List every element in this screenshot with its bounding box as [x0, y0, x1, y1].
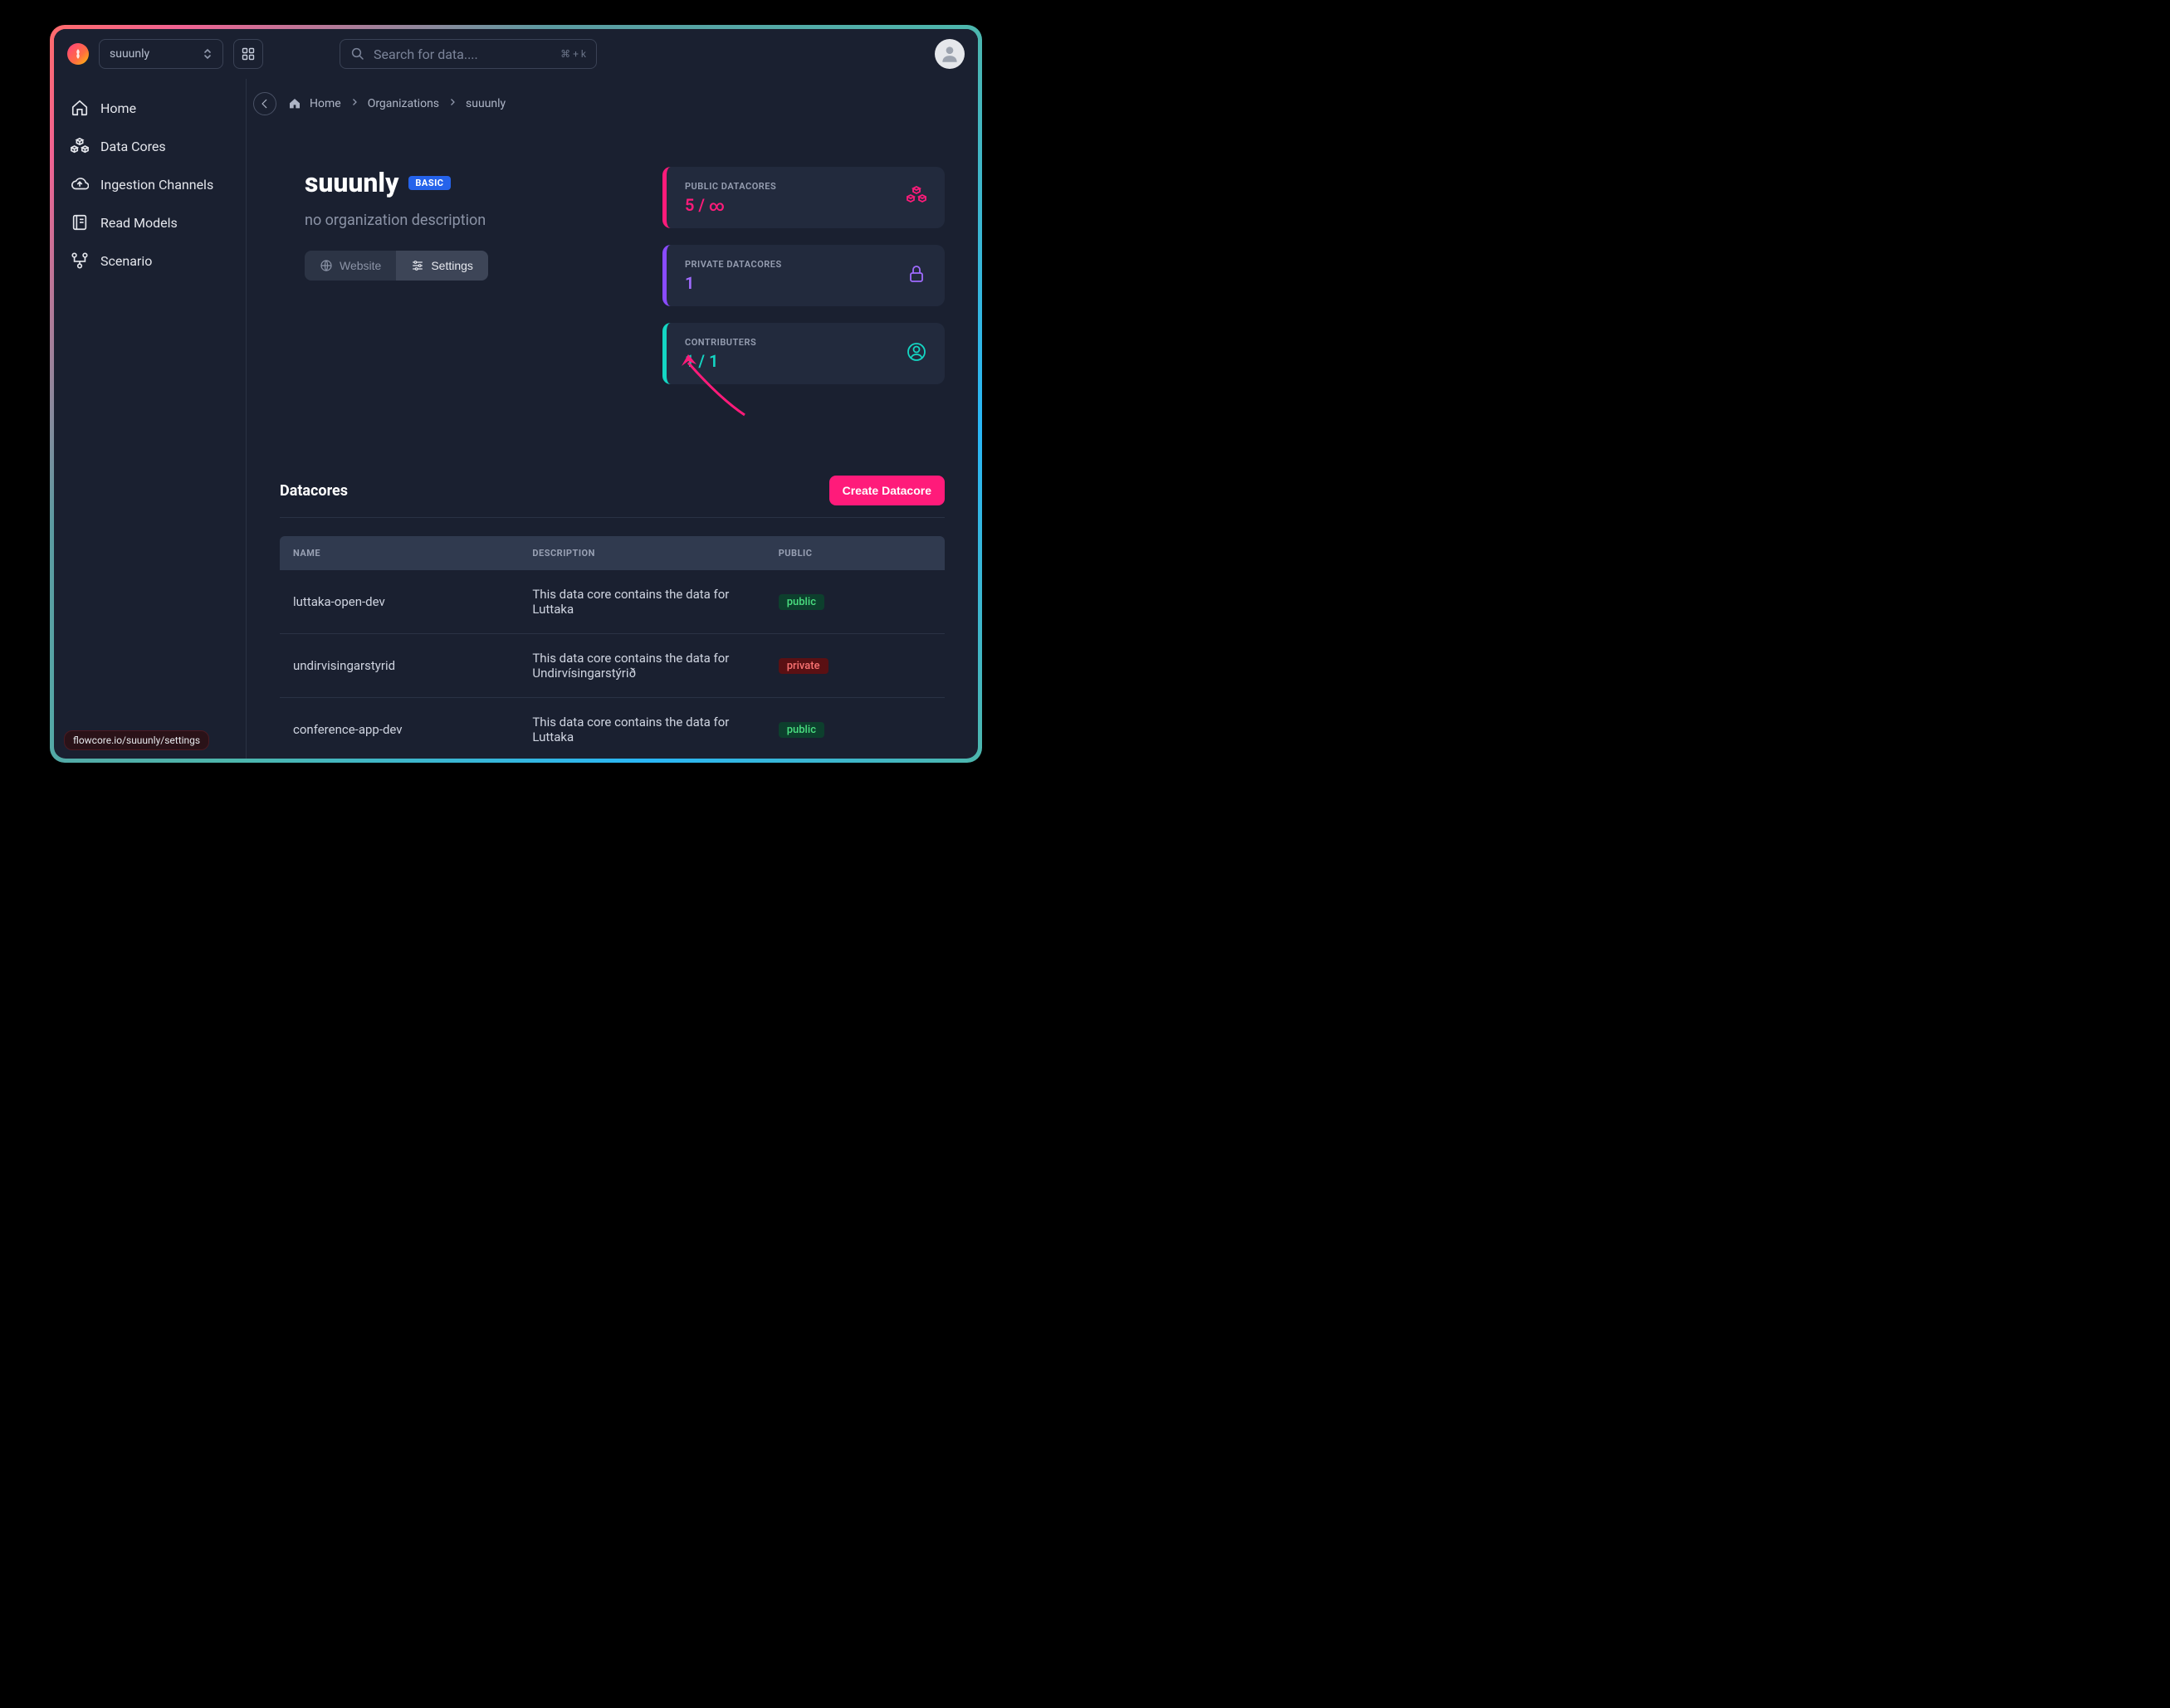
stat-contributors: CONTRIBUTERS 1 / 1 — [662, 323, 945, 384]
app-inner: suuunly Search for data.... ⌘ + k — [54, 29, 978, 759]
search-shortcut: ⌘ + k — [560, 48, 586, 60]
settings-button-label: Settings — [431, 259, 473, 272]
arrow-left-icon — [259, 98, 271, 110]
datacores-table: NAME DESCRIPTION PUBLIC luttaka-open-dev… — [280, 536, 945, 759]
cell-description: This data core contains the data for Und… — [519, 634, 765, 698]
sidebar-item-label: Data Cores — [100, 139, 166, 154]
sidebar-item-scenario[interactable]: Scenario — [66, 243, 234, 278]
sidebar-item-ingestion[interactable]: Ingestion Channels — [66, 167, 234, 202]
cell-name: undirvisingarstyrid — [280, 634, 519, 698]
avatar[interactable] — [935, 39, 965, 69]
cell-visibility: public — [765, 570, 945, 634]
crumb-current: suuunly — [466, 97, 506, 110]
user-circle-icon — [907, 342, 926, 365]
cell-description: This data core contains the data for Lut… — [519, 698, 765, 759]
search-placeholder: Search for data.... — [374, 46, 478, 62]
search-wrap: Search for data.... ⌘ + k — [340, 39, 597, 69]
stat-private-datacores: PRIVATE DATACORES 1 — [662, 245, 945, 306]
table-row[interactable]: luttaka-open-devThis data core contains … — [280, 570, 945, 634]
url-preview-toast: flowcore.io/suuunly/settings — [64, 730, 209, 750]
book-icon — [71, 213, 89, 232]
back-button[interactable] — [253, 92, 276, 115]
cell-name: luttaka-open-dev — [280, 570, 519, 634]
table-row[interactable]: undirvisingarstyridThis data core contai… — [280, 634, 945, 698]
app-logo-icon[interactable] — [67, 43, 89, 65]
org-header: suuunly BASIC no organization descriptio… — [280, 167, 945, 384]
sidebar-item-datacores[interactable]: Data Cores — [66, 129, 234, 163]
org-title: suuunly — [305, 167, 398, 198]
org-description: no organization description — [305, 212, 629, 229]
settings-button[interactable]: Settings — [396, 251, 488, 281]
create-datacore-button[interactable]: Create Datacore — [829, 476, 945, 505]
org-selector-label: suuunly — [110, 47, 149, 61]
website-button-label: Website — [340, 259, 381, 272]
body: Home Data Cores Ingestion Channels Read … — [54, 79, 978, 759]
datacores-title: Datacores — [280, 482, 348, 500]
chevron-updown-icon — [203, 48, 213, 60]
chevron-right-icon — [349, 97, 359, 110]
th-name: NAME — [280, 536, 519, 570]
sidebar-item-readmodels[interactable]: Read Models — [66, 205, 234, 240]
sidebar-item-home[interactable]: Home — [66, 90, 234, 125]
sidebar: Home Data Cores Ingestion Channels Read … — [54, 79, 247, 759]
user-avatar-icon — [939, 43, 960, 65]
main: Home Organizations suuunly suuunly BASIC… — [247, 79, 978, 759]
stat-value: 5 / ∞ — [685, 195, 776, 215]
sidebar-item-label: Read Models — [100, 215, 178, 231]
stat-label: CONTRIBUTERS — [685, 337, 756, 348]
grid-icon — [242, 47, 255, 61]
cubes-icon — [71, 137, 89, 155]
apps-grid-button[interactable] — [233, 39, 263, 69]
stat-label: PUBLIC DATACORES — [685, 181, 776, 192]
sidebar-item-label: Ingestion Channels — [100, 177, 213, 193]
home-icon — [71, 99, 89, 117]
cell-description: This data core contains the data for Lut… — [519, 570, 765, 634]
cloud-upload-icon — [71, 175, 89, 193]
crumb-organizations[interactable]: Organizations — [368, 97, 439, 110]
chevron-right-icon — [447, 97, 457, 110]
crumb-home[interactable]: Home — [310, 97, 341, 110]
sliders-icon — [411, 259, 424, 272]
th-description: DESCRIPTION — [519, 536, 765, 570]
datacores-section: Datacores Create Datacore NAME DESCRIPTI… — [280, 476, 945, 759]
stat-value: 1 / 1 — [685, 351, 756, 371]
website-button[interactable]: Website — [305, 251, 396, 281]
stats-panel: PUBLIC DATACORES 5 / ∞ PRIVATE DATACORES… — [662, 167, 945, 384]
org-title-row: suuunly BASIC — [305, 167, 629, 198]
visibility-badge: private — [779, 658, 828, 674]
breadcrumbs: Home Organizations suuunly — [280, 79, 945, 129]
home-icon — [288, 97, 301, 110]
stat-label: PRIVATE DATACORES — [685, 259, 782, 270]
org-button-group: Website Settings — [305, 251, 629, 281]
cell-visibility: public — [765, 698, 945, 759]
cell-name: conference-app-dev — [280, 698, 519, 759]
visibility-badge: public — [779, 594, 824, 610]
sidebar-item-label: Scenario — [100, 253, 152, 269]
search-input[interactable]: Search for data.... ⌘ + k — [340, 39, 597, 69]
topbar: suuunly Search for data.... ⌘ + k — [54, 29, 978, 79]
plan-badge: BASIC — [408, 176, 450, 190]
cubes-icon — [907, 186, 926, 209]
stat-value: 1 — [685, 273, 782, 293]
cell-visibility: private — [765, 634, 945, 698]
th-public: PUBLIC — [765, 536, 945, 570]
stat-public-datacores: PUBLIC DATACORES 5 / ∞ — [662, 167, 945, 228]
visibility-badge: public — [779, 722, 824, 738]
datacores-header: Datacores Create Datacore — [280, 476, 945, 518]
sidebar-item-label: Home — [100, 100, 136, 116]
lock-icon — [907, 264, 926, 287]
org-header-left: suuunly BASIC no organization descriptio… — [280, 167, 629, 384]
app-window: suuunly Search for data.... ⌘ + k — [50, 25, 982, 763]
search-icon — [350, 46, 365, 61]
flow-icon — [71, 251, 89, 270]
org-selector[interactable]: suuunly — [99, 39, 223, 69]
table-row[interactable]: conference-app-devThis data core contain… — [280, 698, 945, 759]
globe-icon — [320, 259, 333, 272]
